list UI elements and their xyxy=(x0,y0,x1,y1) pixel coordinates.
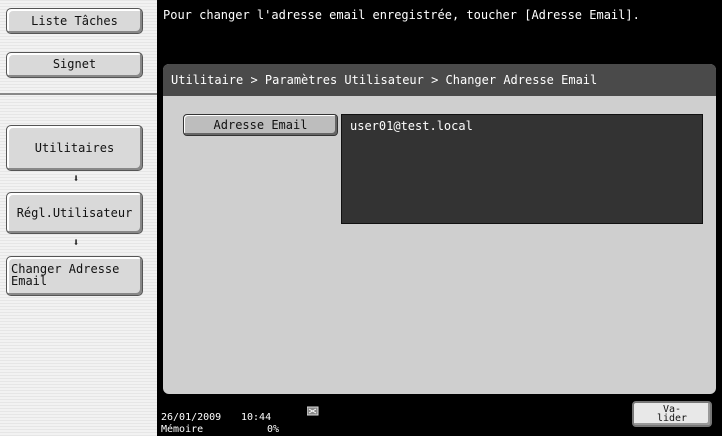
message-bar: Pour changer l'adresse email enregistrée… xyxy=(157,0,722,58)
toner-icon xyxy=(307,406,319,416)
content-area: Utilitaire > Paramètres Utilisateur > Ch… xyxy=(163,64,716,394)
utilities-button[interactable]: Utilitaires xyxy=(6,125,143,171)
bookmark-button[interactable]: Signet xyxy=(6,52,143,78)
status-date: 26/01/2009 xyxy=(161,412,222,423)
down-arrow-icon: ⬇ xyxy=(72,236,80,249)
main-panel: Utilitaire > Paramètres Utilisateur > Ch… xyxy=(157,58,722,398)
instruction-text: Pour changer l'adresse email enregistrée… xyxy=(163,8,640,22)
sidebar-divider xyxy=(0,93,157,95)
validate-label: Va- lider xyxy=(656,404,688,424)
down-arrow-icon: ⬇ xyxy=(72,172,80,185)
breadcrumb: Utilitaire > Paramètres Utilisateur > Ch… xyxy=(163,64,716,96)
memory-value: 0% xyxy=(267,424,280,435)
sidebar: Liste Tâches Signet Utilitaires ⬇ Régl.U… xyxy=(0,0,157,436)
status-time: 10:44 xyxy=(241,412,272,423)
job-list-button[interactable]: Liste Tâches xyxy=(6,8,143,34)
validate-button[interactable]: Va- lider xyxy=(632,401,712,427)
email-address-button[interactable]: Adresse Email xyxy=(183,114,338,136)
user-settings-button[interactable]: Régl.Utilisateur xyxy=(6,192,143,234)
memory-label: Mémoire xyxy=(161,424,204,435)
change-email-button[interactable]: Changer Adresse Email xyxy=(6,256,143,296)
email-field[interactable]: user01@test.local xyxy=(341,114,703,224)
status-bar: 26/01/2009 10:44 Mémoire 0% Va- lider xyxy=(157,398,722,436)
